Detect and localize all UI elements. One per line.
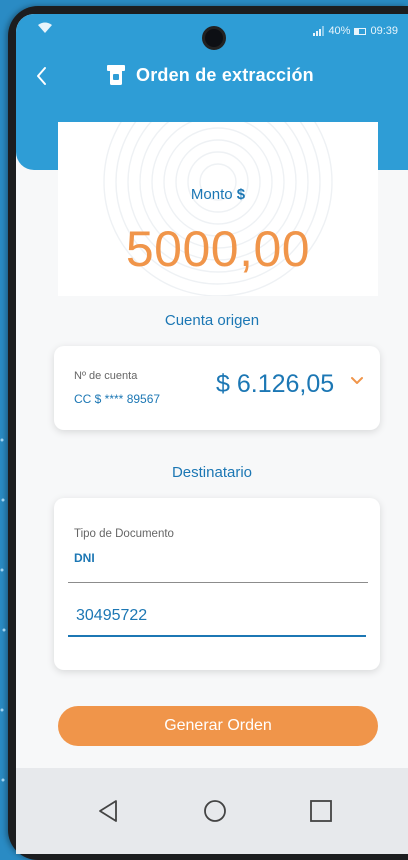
page-title: Orden de extracción — [136, 64, 314, 85]
document-type-select[interactable]: DNI — [74, 551, 95, 565]
back-button[interactable] — [30, 62, 54, 90]
amount-label: Monto $ — [58, 186, 378, 203]
document-type-label: Tipo de Documento — [74, 528, 174, 540]
account-number-label: Nº de cuenta — [74, 370, 138, 382]
amount-card: Monto $ 5000,00 — [58, 122, 378, 296]
android-nav-bar — [16, 768, 408, 854]
amount-currency: $ — [236, 186, 246, 203]
signal-icon — [313, 26, 325, 36]
source-account-selector[interactable]: Nº de cuenta CC $ **** 89567 $ 6.126,05 — [54, 346, 380, 430]
generate-order-button[interactable]: Generar Orden — [58, 706, 378, 746]
clock: 09:39 — [370, 25, 398, 37]
app-header: Orden de extracción — [16, 58, 408, 98]
document-number-input[interactable] — [76, 604, 356, 628]
battery-percent: 40% — [328, 25, 351, 37]
amount-label-text: Monto — [190, 186, 233, 203]
recipient-card: Tipo de Documento DNI — [54, 498, 380, 670]
title-group: Orden de extracción — [106, 64, 314, 86]
front-camera — [202, 26, 226, 50]
account-number: CC $ **** 89567 — [74, 392, 161, 406]
recipient-title: Destinatario — [171, 464, 253, 481]
status-bar: 40% 09:39 — [16, 14, 408, 50]
document-type-underline — [68, 582, 368, 583]
status-right: 40% 09:39 — [313, 25, 398, 37]
document-number-underline — [68, 635, 366, 637]
wifi-icon — [38, 22, 52, 33]
atm-icon — [107, 65, 125, 85]
triangle-back-icon[interactable] — [94, 796, 124, 826]
background-decoration — [0, 438, 6, 782]
battery-icon — [354, 27, 367, 35]
app-screen: 40% 09:39 Orden de extracción Monto $ 50… — [16, 14, 408, 854]
circle-home-icon[interactable] — [200, 796, 230, 826]
source-account-title: Cuenta origen — [164, 312, 260, 329]
chevron-down-icon[interactable] — [350, 376, 364, 386]
account-balance: $ 6.126,05 — [216, 370, 335, 398]
amount-value[interactable]: 5000,00 — [58, 220, 378, 278]
square-recents-icon[interactable] — [306, 796, 336, 826]
